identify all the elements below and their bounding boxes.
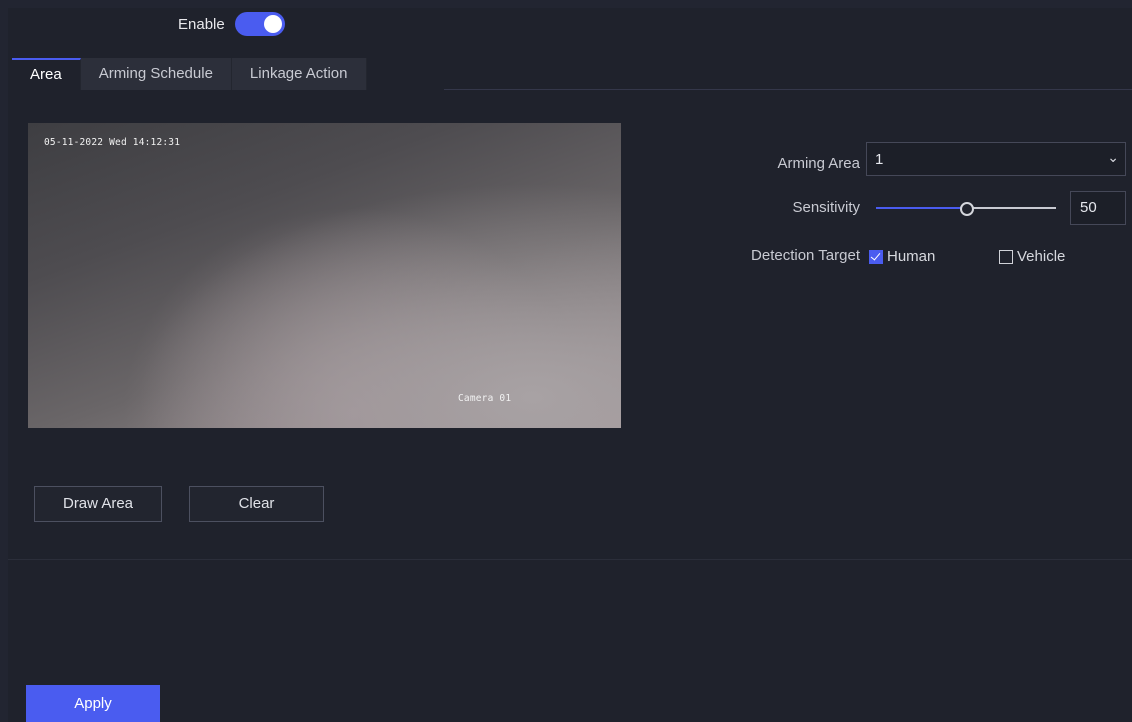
enable-toggle[interactable] <box>234 12 285 36</box>
tab-linkage-action[interactable]: Linkage Action <box>231 58 367 90</box>
sensitivity-value-input[interactable]: 50 <box>1070 191 1126 225</box>
human-checkbox[interactable]: Human <box>869 248 935 265</box>
sensitivity-label: Sensitivity <box>792 199 860 216</box>
arming-area-value: 1 <box>875 151 884 168</box>
checkbox-vehicle-box[interactable] <box>999 249 1013 264</box>
apply-button[interactable]: Apply <box>26 685 160 722</box>
checkbox-human-box[interactable] <box>869 249 883 264</box>
osd-camera-name: Camera 01 <box>458 393 512 404</box>
arming-area-select[interactable]: 1 ⌄ <box>866 142 1126 176</box>
sensitivity-slider[interactable] <box>876 196 1056 220</box>
vehicle-label: Vehicle <box>1017 248 1066 265</box>
slider-thumb[interactable] <box>960 202 974 216</box>
osd-timestamp: 05-11-2022 Wed 14:12:31 <box>44 137 181 148</box>
enable-label: Enable <box>178 15 225 33</box>
chevron-down-icon: ⌄ <box>1107 149 1119 165</box>
clear-button[interactable]: Clear <box>189 486 324 522</box>
tab-divider <box>444 89 1132 90</box>
arming-area-label: Arming Area <box>777 155 860 172</box>
human-label: Human <box>887 248 936 265</box>
vehicle-checkbox[interactable]: Vehicle <box>999 248 1065 265</box>
camera-preview[interactable]: 05-11-2022 Wed 14:12:31 Camera 01 <box>28 123 621 428</box>
toggle-knob <box>263 15 282 33</box>
tab-area[interactable]: Area <box>12 58 81 90</box>
slider-fill <box>876 207 966 209</box>
draw-area-button[interactable]: Draw Area <box>34 486 162 522</box>
detection-target-label: Detection Target <box>751 247 860 264</box>
section-divider <box>8 559 1132 560</box>
tab-arming-schedule[interactable]: Arming Schedule <box>80 58 232 90</box>
enable-row: Enable <box>178 12 285 36</box>
tab-bar: Area Arming Schedule Linkage Action <box>12 58 367 90</box>
